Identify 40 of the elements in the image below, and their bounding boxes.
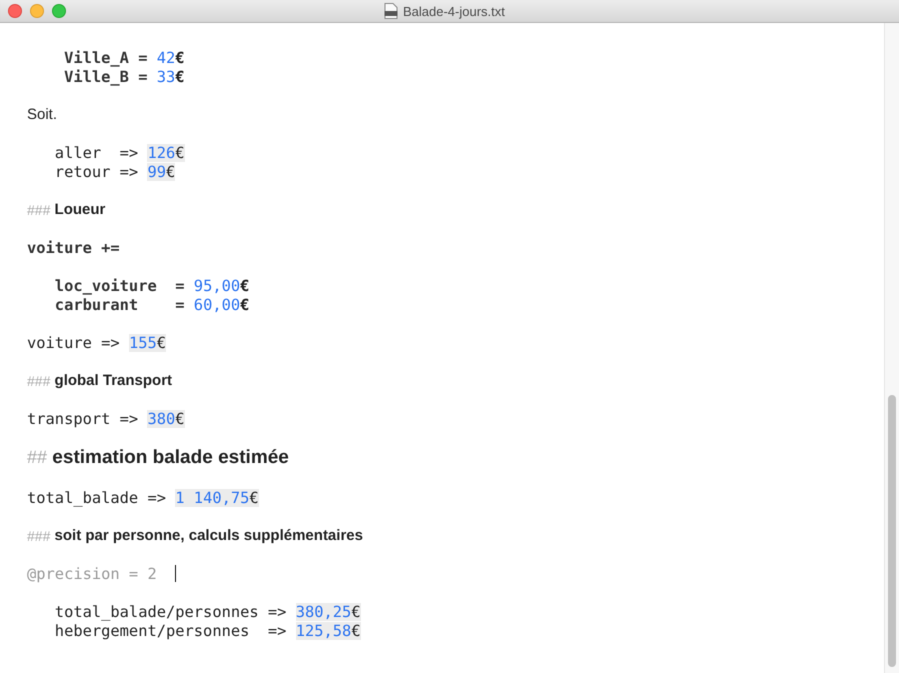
- code-text: carburant =: [54, 296, 186, 314]
- code-text: total_balade =>: [27, 488, 167, 506]
- number-value: 60,00€: [194, 296, 250, 314]
- heading-marker: ###: [27, 372, 50, 388]
- heading-marker: ###: [27, 202, 50, 218]
- result-value: 380€: [147, 410, 185, 428]
- result-value: 1 140,75€: [175, 488, 259, 506]
- code-text: voiture =>: [27, 334, 121, 352]
- code-text: total_balade/personnes =>: [54, 602, 288, 620]
- heading-text: Loueur: [54, 201, 106, 218]
- heading-marker: ##: [27, 447, 48, 468]
- code-text: hebergement/personnes =>: [54, 622, 288, 640]
- result-value: 126€: [147, 144, 185, 162]
- code-text: voiture +=: [27, 238, 120, 256]
- code-text: aller =>: [54, 144, 140, 162]
- scroll-thumb[interactable]: [888, 395, 896, 667]
- directive-text: @precision = 2: [27, 564, 157, 582]
- minimize-button[interactable]: [30, 4, 44, 18]
- code-text: Ville_A =: [63, 48, 148, 66]
- code-text: retour =>: [54, 162, 140, 180]
- text-file-icon: [384, 3, 398, 19]
- code-text: transport =>: [27, 410, 140, 428]
- zoom-button[interactable]: [52, 4, 66, 18]
- code-text: loc_voiture =: [54, 276, 186, 294]
- result-value: 99€: [147, 162, 176, 180]
- number-value: 42€: [156, 48, 185, 66]
- body-text: Soit.: [27, 106, 58, 123]
- close-button[interactable]: [8, 4, 22, 18]
- scroll-bar[interactable]: [884, 23, 899, 673]
- heading-marker: ###: [27, 528, 50, 544]
- result-value: 125,58€: [296, 622, 361, 640]
- heading-text: soit par personne, calculs supplémentaires: [54, 527, 363, 544]
- number-value: 33€: [156, 68, 185, 86]
- heading-text: global Transport: [54, 372, 172, 389]
- window-title: Balade-4-jours.txt: [403, 4, 505, 18]
- number-value: 95,00€: [194, 276, 250, 294]
- heading-text: estimation balade estimée: [51, 446, 289, 468]
- result-value: 380,25€: [296, 602, 361, 620]
- result-value: 155€: [128, 334, 166, 352]
- code-text: Ville_B =: [63, 68, 148, 86]
